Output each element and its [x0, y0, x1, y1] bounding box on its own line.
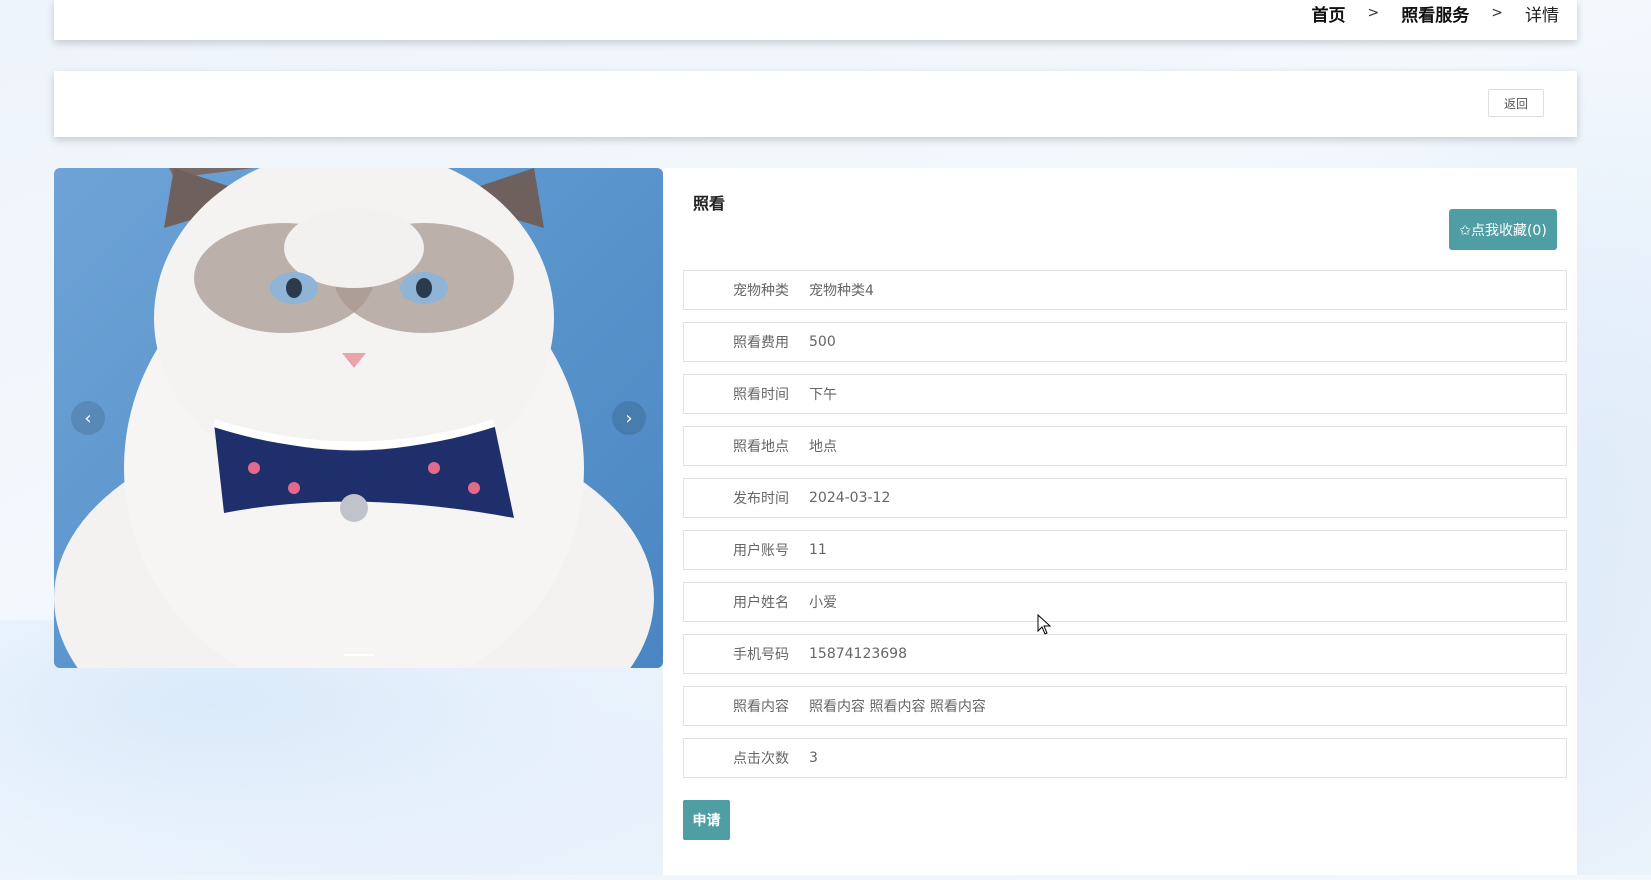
field-value: 小爱: [809, 595, 837, 611]
field-label: 手机号码: [733, 647, 789, 663]
field-value: 3: [809, 750, 818, 766]
field-label: 发布时间: [733, 491, 789, 507]
carousel-next-button[interactable]: ›: [612, 401, 646, 435]
mouse-cursor-icon: [1037, 614, 1052, 635]
field-label: 照看内容: [733, 699, 789, 715]
field-row: 发布时间 2024-03-12: [683, 478, 1567, 518]
carousel-indicator[interactable]: [344, 654, 374, 656]
apply-button[interactable]: 申请: [683, 800, 730, 840]
breadcrumb-separator: >: [1367, 5, 1380, 21]
field-row: 点击次数 3: [683, 738, 1567, 778]
field-label: 照看时间: [733, 387, 789, 403]
field-row: 用户姓名 小爱: [683, 582, 1567, 622]
field-value: 500: [809, 334, 836, 350]
field-row: 照看费用 500: [683, 322, 1567, 362]
image-carousel[interactable]: ‹ ›: [54, 168, 663, 668]
field-row: 照看时间 下午: [683, 374, 1567, 414]
field-value: 下午: [809, 387, 837, 403]
action-bar: 返回: [54, 71, 1577, 137]
breadcrumb-separator: >: [1491, 5, 1503, 21]
detail-title: 照看: [693, 194, 726, 213]
field-label: 点击次数: [733, 751, 789, 767]
cat-photo: [54, 168, 654, 668]
field-value: 11: [809, 542, 827, 558]
favorite-button[interactable]: ✩点我收藏(0): [1449, 209, 1557, 250]
breadcrumb: 首页 > 照看服务 > 详情: [1312, 1, 1559, 26]
field-label: 用户姓名: [733, 595, 789, 611]
breadcrumb-current: 详情: [1525, 5, 1559, 26]
field-value: 照看内容 照看内容 照看内容: [809, 699, 986, 715]
field-value: 2024-03-12: [809, 490, 891, 506]
field-value: 地点: [809, 439, 837, 455]
field-row: 照看内容 照看内容 照看内容 照看内容: [683, 686, 1567, 726]
detail-fields: 宠物种类 宠物种类4 照看费用 500 照看时间 下午 照看地点 地点 发布时间…: [683, 270, 1567, 790]
field-label: 照看费用: [733, 335, 789, 351]
field-row: 手机号码 15874123698: [683, 634, 1567, 674]
back-button[interactable]: 返回: [1488, 89, 1544, 117]
field-label: 照看地点: [733, 439, 789, 455]
field-row: 宠物种类 宠物种类4: [683, 270, 1567, 310]
detail-panel: 照看 ✩点我收藏(0) 宠物种类 宠物种类4 照看费用 500 照看时间 下午 …: [663, 168, 1577, 875]
field-row: 照看地点 地点: [683, 426, 1567, 466]
field-label: 宠物种类: [733, 283, 789, 299]
field-value: 宠物种类4: [809, 283, 874, 299]
field-row: 用户账号 11: [683, 530, 1567, 570]
field-label: 用户账号: [733, 543, 789, 559]
field-value: 15874123698: [809, 646, 907, 662]
top-bar: 首页 > 照看服务 > 详情: [54, 0, 1577, 40]
breadcrumb-home[interactable]: 首页: [1312, 1, 1346, 26]
breadcrumb-section[interactable]: 照看服务: [1401, 1, 1469, 26]
carousel-prev-button[interactable]: ‹: [71, 401, 105, 435]
